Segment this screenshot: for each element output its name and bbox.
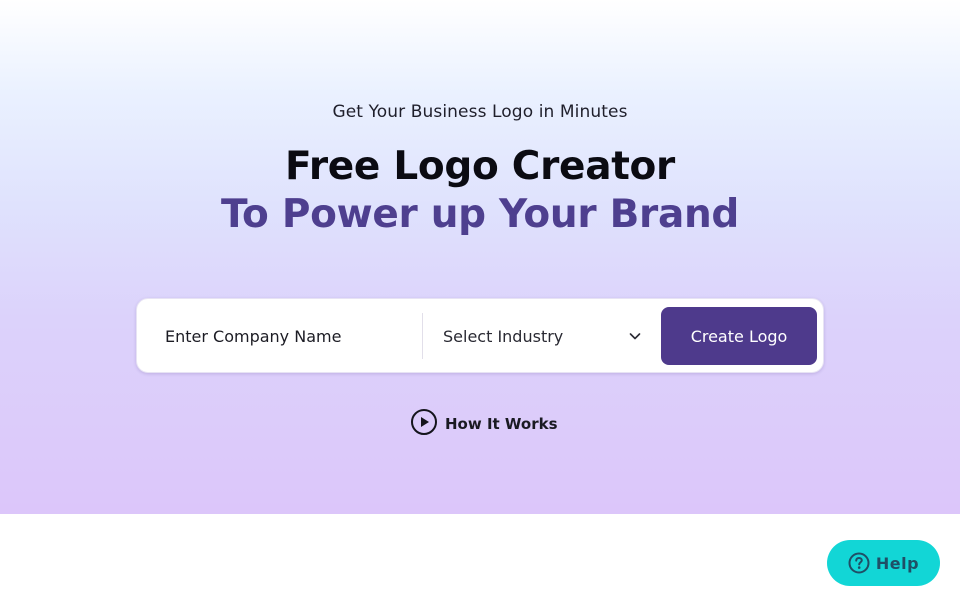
- hero-tagline: Get Your Business Logo in Minutes: [332, 102, 628, 122]
- industry-select[interactable]: Select Industry: [429, 313, 651, 359]
- field-divider: [422, 313, 423, 359]
- create-logo-button[interactable]: Create Logo: [661, 307, 817, 365]
- company-name-input[interactable]: [151, 313, 415, 359]
- how-it-works-link[interactable]: How It Works: [410, 407, 558, 437]
- page-subtitle: To Power up Your Brand: [220, 192, 740, 237]
- question-circle-icon: [848, 552, 870, 574]
- industry-select-label: Select Industry: [443, 326, 564, 346]
- hero-section: Get Your Business Logo in Minutes Free L…: [0, 0, 960, 514]
- chevron-down-icon: [629, 333, 641, 340]
- play-circle-icon: [411, 409, 437, 435]
- logo-search-form: Select Industry Create Logo: [136, 298, 824, 373]
- how-it-works-label: How It Works: [445, 415, 558, 433]
- help-label: Help: [875, 553, 920, 573]
- page-title: Free Logo Creator: [285, 144, 675, 189]
- help-button[interactable]: Help: [827, 540, 940, 586]
